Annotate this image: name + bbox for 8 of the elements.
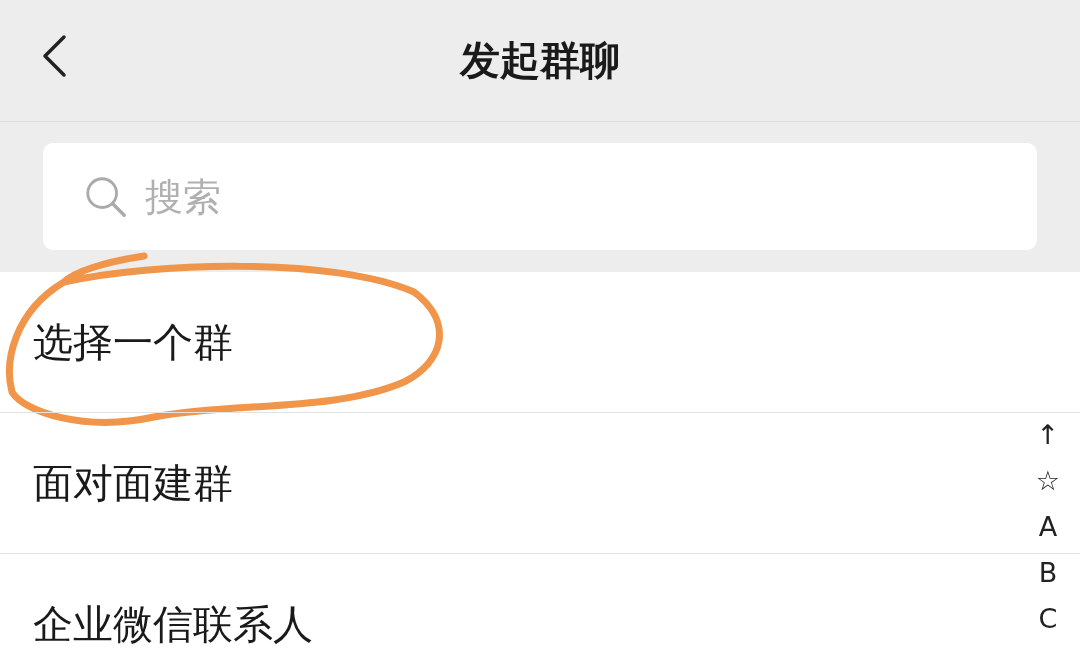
- index-letter[interactable]: ↑: [1036, 412, 1060, 458]
- index-letter[interactable]: ☆: [1035, 458, 1060, 504]
- back-icon[interactable]: [40, 34, 68, 78]
- list-item[interactable]: 选择一个群: [0, 272, 1080, 413]
- search-field[interactable]: 搜索: [145, 174, 745, 219]
- index-letter[interactable]: C: [1038, 596, 1058, 642]
- index-letter[interactable]: A: [1038, 504, 1058, 550]
- page-title: 发起群聊: [460, 36, 620, 85]
